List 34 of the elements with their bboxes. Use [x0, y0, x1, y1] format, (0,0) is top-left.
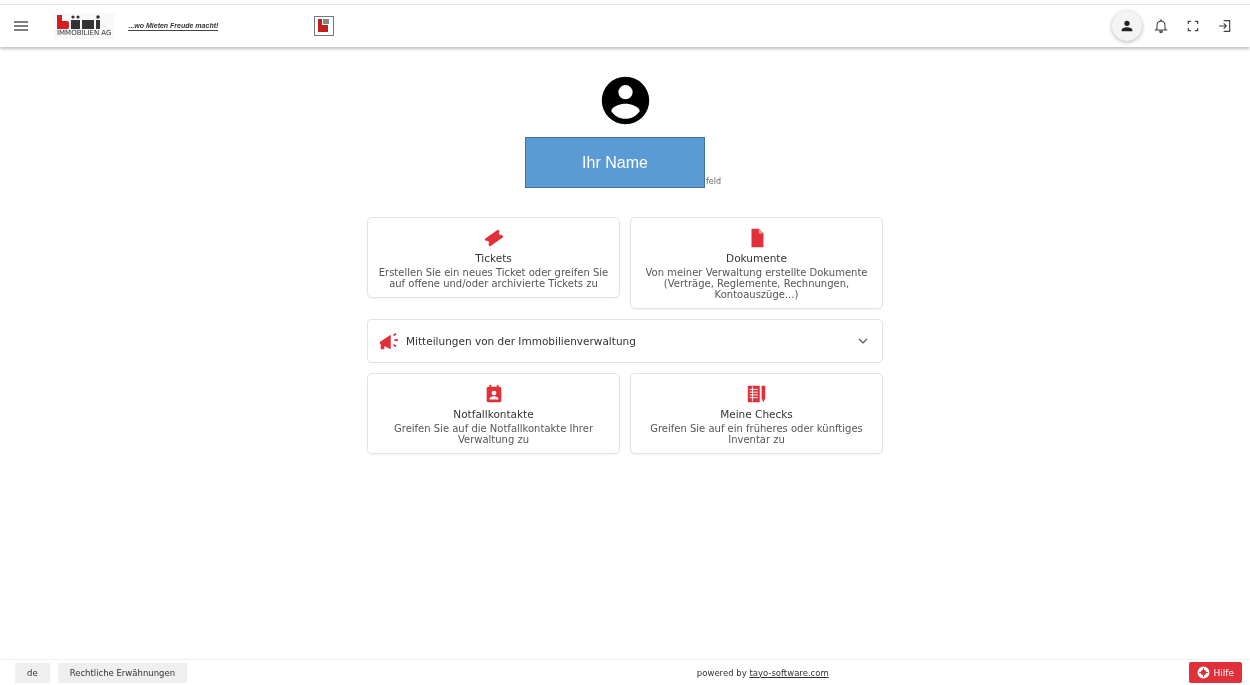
tile-description: Greifen Sie auf die Notfallkontakte Ihrer Verwaltung zu [393, 423, 594, 445]
announcements-panel[interactable]: Mitteilungen von der Immobilienverwaltung [367, 319, 883, 363]
tile-title: Notfallkontakte [453, 408, 534, 420]
tile-card[interactable]: Meine Checks Greifen Sie auf ein früheres oder künftiges Inventar zu [630, 373, 883, 454]
powered-by-text: powered by [696, 667, 747, 678]
checklist-icon [745, 383, 768, 405]
megaphone-icon [377, 331, 399, 351]
tile-title: Dokumente [726, 252, 787, 264]
powered-by-link[interactable]: tayo-software.com [749, 667, 829, 678]
tile-title: Meine Checks [720, 408, 793, 420]
profile-button[interactable] [1112, 11, 1142, 41]
bell-icon [1153, 18, 1169, 34]
tile-description: Erstellen Sie ein neues Ticket oder greifen Sie auf offene und/oder archivierte Tickets zu [377, 267, 610, 289]
tile-title: Tickets [475, 252, 512, 264]
tile-card[interactable]: Dokumente Von meiner Verwaltung erstellte Dokumente (Verträge, Reglemente, Rechnungen, Kontoauszüge...) [630, 217, 883, 309]
address-text: feld [706, 177, 722, 186]
logo-icon [314, 16, 335, 36]
fullscreen-icon [1185, 18, 1201, 34]
profile-icon [1119, 18, 1135, 34]
language-button[interactable]: de [15, 662, 50, 683]
tile-description: Greifen Sie auf ein früheres oder künftiges Inventar zu [649, 423, 864, 445]
legal-button[interactable]: Rechtliche Erwähnungen [57, 662, 188, 683]
help-button[interactable]: Hilfe [1188, 662, 1242, 683]
ticket-icon [482, 227, 505, 249]
logout-icon [1217, 18, 1233, 34]
logo-icon [57, 15, 103, 29]
tile-card[interactable]: Notfallkontakte Greifen Sie auf die Notfallkontakte Ihrer Verwaltung zu [367, 373, 620, 454]
tile-description: Von meiner Verwaltung erstellte Dokumente (Verträge, Reglemente, Rechnungen, Kontoauszüge...) [644, 267, 869, 300]
tile-card[interactable]: Tickets Erstellen Sie ein neues Ticket oder greifen Sie auf offene und/oder archivierte Tickets zu [367, 217, 620, 298]
chevron-icon [858, 338, 868, 344]
menu-icon[interactable] [14, 21, 28, 31]
name-field: Ihr Name [525, 137, 705, 188]
lifebuoy-icon [1196, 666, 1210, 679]
panel-title: Mitteilungen von der Immobilienverwaltung [406, 335, 637, 347]
